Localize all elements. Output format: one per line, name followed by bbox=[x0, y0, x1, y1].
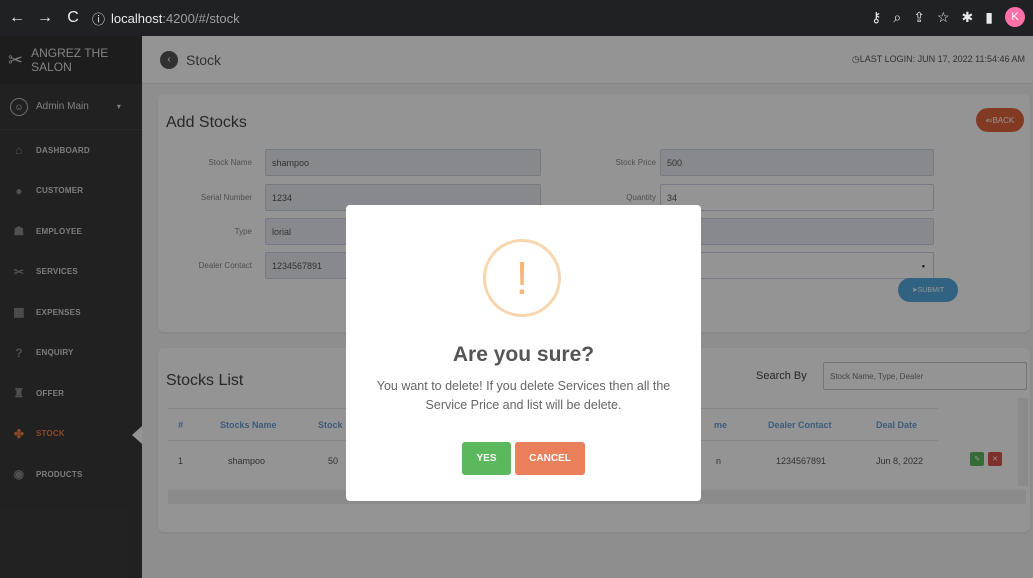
share-icon[interactable]: ⇪ bbox=[913, 9, 925, 26]
browser-toolbar: ← → C ⓘ localhost:4200/#/stock ⚷ ⌕ ⇪ ☆ ✱… bbox=[0, 0, 1033, 36]
extensions-icon[interactable]: ✱ bbox=[962, 9, 974, 26]
warning-icon: ! bbox=[483, 239, 561, 317]
reload-icon[interactable]: C bbox=[62, 7, 84, 29]
info-icon[interactable]: ⓘ bbox=[92, 9, 105, 28]
star-icon[interactable]: ☆ bbox=[937, 9, 950, 26]
cancel-button[interactable]: CANCEL bbox=[515, 442, 585, 475]
dialog-message: You want to delete! If you delete Servic… bbox=[376, 379, 671, 412]
url-path: :4200/#/stock bbox=[162, 10, 240, 26]
forward-arrow-icon[interactable]: → bbox=[34, 7, 56, 29]
back-arrow-icon[interactable]: ← bbox=[6, 7, 28, 29]
confirm-dialog: ! Are you sure? You want to delete! If y… bbox=[346, 205, 701, 501]
sidepanel-icon[interactable]: ▮ bbox=[985, 9, 993, 26]
address-bar[interactable]: ⓘ localhost:4200/#/stock bbox=[92, 5, 882, 31]
url-host: localhost bbox=[111, 10, 163, 26]
browser-actions: ⚷ ⌕ ⇪ ☆ ✱ ▮ K bbox=[871, 7, 1025, 27]
zoom-icon[interactable]: ⌕ bbox=[893, 9, 901, 26]
yes-button[interactable]: YES bbox=[462, 442, 511, 475]
key-icon[interactable]: ⚷ bbox=[871, 9, 881, 26]
dialog-title: Are you sure? bbox=[452, 343, 595, 366]
profile-avatar[interactable]: K bbox=[1005, 7, 1025, 27]
